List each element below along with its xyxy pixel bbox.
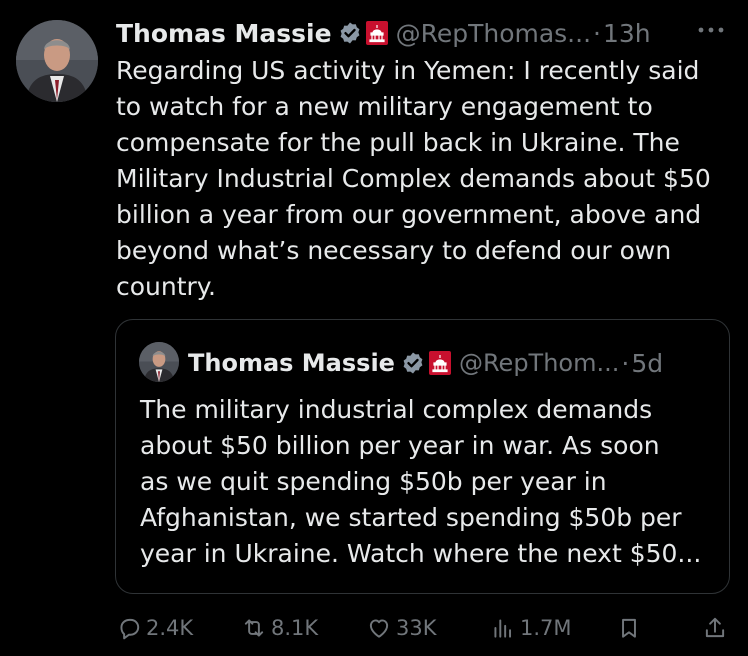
share-icon xyxy=(705,617,725,638)
reply-icon xyxy=(120,618,140,640)
views-icon xyxy=(494,619,512,638)
repost-icon xyxy=(244,619,264,637)
avatar-image xyxy=(16,20,98,102)
congress-badge-icon[interactable] xyxy=(365,21,388,45)
quoted-timestamp: 5d xyxy=(631,348,664,378)
like-count: 33K xyxy=(396,616,437,640)
quoted-author-handle: @RepThom... xyxy=(458,349,620,377)
separator-dot: · xyxy=(593,18,601,48)
verified-badge-icon[interactable] xyxy=(338,21,362,45)
quoted-congress-badge-icon xyxy=(428,351,451,375)
tweet-timestamp[interactable]: 13h xyxy=(603,19,651,48)
author-handle[interactable]: @RepThomas... xyxy=(396,19,591,48)
action-bar: 2.4K 8.1K 33K 1.7M xyxy=(0,611,748,645)
repost-button[interactable]: 8.1K xyxy=(241,611,318,645)
quoted-avatar-image xyxy=(139,342,179,382)
more-icon[interactable] xyxy=(694,20,728,40)
author-avatar[interactable] xyxy=(16,20,98,102)
bookmark-icon xyxy=(622,618,636,638)
bookmark-button[interactable] xyxy=(616,611,646,645)
quoted-separator-dot: · xyxy=(621,348,630,378)
like-button[interactable]: 33K xyxy=(366,611,437,645)
reply-button[interactable]: 2.4K xyxy=(116,611,193,645)
views-count: 1.7M xyxy=(520,616,572,640)
repost-count: 8.1K xyxy=(271,616,319,640)
quoted-verified-badge-icon xyxy=(401,351,425,375)
share-button[interactable] xyxy=(702,611,732,645)
quoted-tweet-text: The military industrial complex demands … xyxy=(140,395,702,568)
reply-count: 2.4K xyxy=(146,616,194,640)
quoted-author-name[interactable]: Thomas Massie xyxy=(188,349,395,377)
tweet-text: Regarding US activity in Yemen: I recent… xyxy=(116,56,711,301)
quoted-author-avatar[interactable] xyxy=(139,342,179,382)
views-button[interactable]: 1.7M xyxy=(490,611,572,645)
quoted-tweet-header: Thomas Massie @RepThom... · 5d xyxy=(188,346,718,380)
tweet-header: Thomas Massie @RepThomas... · 13h xyxy=(116,16,736,50)
heart-icon xyxy=(369,619,389,638)
author-name[interactable]: Thomas Massie xyxy=(116,19,332,48)
